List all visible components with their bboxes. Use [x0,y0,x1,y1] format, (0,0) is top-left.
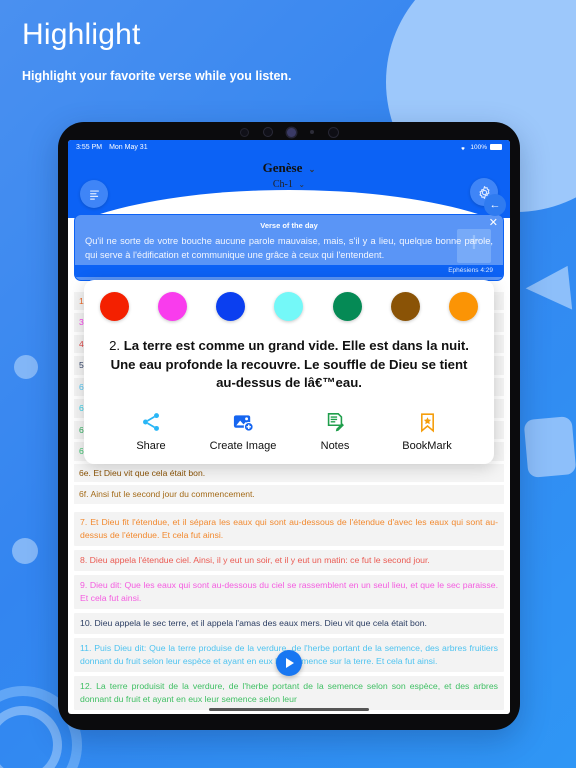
selected-verse-body: La terre est comme un grand vide. Elle e… [110,338,469,391]
home-indicator[interactable] [209,708,369,711]
share-icon [108,409,194,435]
selected-verse-text: 2. La terre est comme un grand vide. Ell… [104,337,474,393]
highlight-color-swatches [94,292,484,321]
action-notes[interactable]: Notes [292,409,378,452]
highlight-swatch-magenta[interactable] [158,292,188,321]
action-share[interactable]: Share [108,409,194,452]
action-label: Create Image [209,440,277,453]
highlight-swatch-orange[interactable] [448,292,478,321]
verse-of-the-day-card: ✕ Verse of the day Qu'il ne sorte de vot… [74,214,504,281]
decor-square-right [523,416,576,478]
microphone-icon [309,130,314,134]
chevron-down-icon: ⌄ [298,180,306,189]
highlight-swatch-cyan[interactable] [274,292,304,321]
promo-header: Highlight Highlight your favorite verse … [0,0,576,83]
front-camera-icon [286,127,296,137]
verse-row-background: 6e. Et Dieu vit que cela était bon. [74,463,504,483]
verse-list[interactable]: 7. Et Dieu fit l'étendue, et il sépara l… [74,512,504,710]
back-arrow-icon: ← [489,199,501,211]
status-date: Mon May 31 [109,143,148,151]
image-plus-icon [200,409,286,435]
highlight-swatch-blue[interactable] [216,292,246,321]
selected-verse-number: 2. [109,338,121,353]
wifi-icon [461,146,466,150]
verse-of-the-day-text: Qu'il ne sorte de votre bouche aucune pa… [85,236,493,260]
decor-triangle-right [523,265,573,315]
chevron-down-icon: ⌄ [308,165,316,174]
menu-button[interactable] [80,180,108,208]
bookmark-star-icon [384,409,470,435]
promo-subtitle: Highlight your favorite verse while you … [22,68,292,83]
verse-row[interactable]: 8. Dieu appela l'étendue ciel. Ainsi, il… [74,550,504,572]
verse-row[interactable]: 10. Dieu appela le sec terre, et il appe… [74,613,504,635]
sensor-icon-2 [262,127,273,137]
appbar-title-block: Genèse ⌄ Ch-1 ⌄ [68,160,510,190]
close-icon[interactable]: ✕ [489,216,498,229]
sensor-icon-1 [239,127,249,137]
decor-dot-left-upper [14,355,38,379]
decor-dot-left-lower [12,538,38,564]
verse-of-the-day-reference: Ephésiens 4:29 [75,264,503,277]
action-bookmark[interactable]: BookMark [384,409,470,452]
verse-row-background: 6f. Ainsi fut le second jour du commence… [74,485,504,504]
highlight-swatch-green[interactable] [332,292,362,321]
action-label: BookMark [402,440,452,453]
verse-row[interactable]: 9. Dieu dit: Que les eaux qui sont au-de… [74,575,504,610]
status-bar: 3:55 PM Mon May 31 100% [68,140,510,154]
action-label: Notes [320,440,350,453]
play-button[interactable] [276,650,302,676]
promo-title: Highlight [22,18,141,51]
chapter-selector[interactable]: Ch-1 ⌄ [68,179,510,190]
play-icon [286,658,294,668]
note-pencil-icon [292,409,378,435]
verse-row[interactable]: 7. Et Dieu fit l'étendue, et il sépara l… [74,512,504,547]
book-selector[interactable]: Genèse ⌄ [68,160,510,176]
action-create-image[interactable]: Create Image [200,409,286,452]
status-time: 3:55 PM [76,143,103,151]
action-label: Share [136,440,166,453]
tablet-screen: 3:55 PM Mon May 31 100% Genèse ⌄ Ch-1 ⌄ … [68,140,510,714]
verse-row[interactable]: 12. La terre produisit de la verdure, de… [74,676,504,710]
status-battery-percent: 100% [470,143,487,151]
app-top-bar: Genèse ⌄ Ch-1 ⌄ [68,154,510,218]
highlight-modal: 2. La terre est comme un grand vide. Ell… [84,280,494,465]
battery-full-icon [490,144,502,150]
chapter-label: Ch-1 [272,179,293,190]
sensor-icon-3 [327,126,339,138]
list-lines-icon [89,189,99,200]
verse-of-the-day-heading: Verse of the day [260,221,318,230]
highlight-swatch-brown[interactable] [390,292,420,321]
back-button[interactable]: ← [484,194,506,216]
highlight-swatch-red[interactable] [100,292,129,321]
tablet-device-frame: 3:55 PM Mon May 31 100% Genèse ⌄ Ch-1 ⌄ … [58,122,520,730]
book-title: Genèse [262,160,303,175]
modal-action-row: Share Create Image Notes BookMark [108,409,470,452]
device-sensor-notch [58,126,520,138]
